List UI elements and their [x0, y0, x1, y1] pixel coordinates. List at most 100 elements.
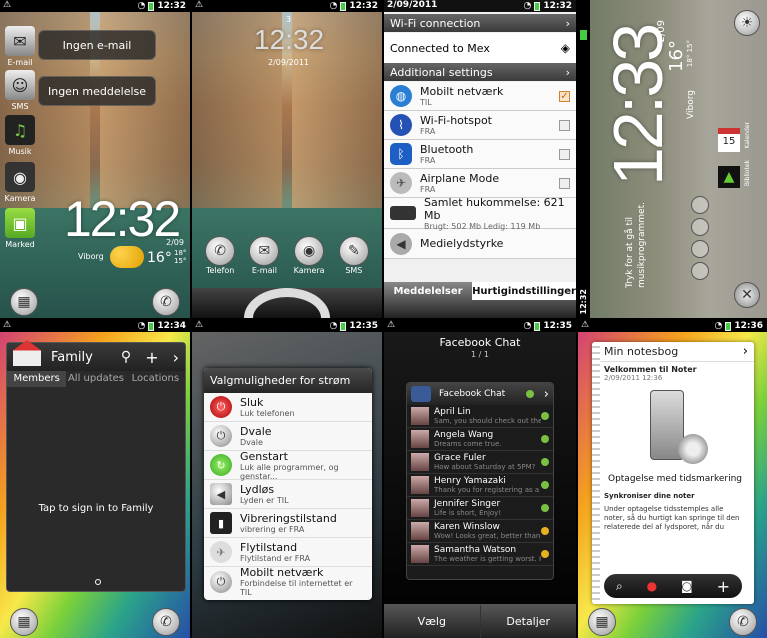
- screen-title: Facebook Chat: [439, 336, 521, 349]
- shortcut-label: E-mail: [7, 58, 33, 67]
- online-status-icon[interactable]: [525, 390, 534, 398]
- page-dot[interactable]: [691, 262, 709, 280]
- pill-label: Ingen e-mail: [62, 38, 132, 52]
- select-button[interactable]: Vælg: [384, 605, 481, 638]
- notebook-title: Min notesbog: [604, 345, 679, 358]
- chevron-right-icon: ›: [565, 65, 570, 79]
- note-content[interactable]: Velkommen til Noter 2/09/2011 12:36 Opta…: [592, 362, 754, 532]
- details-button[interactable]: Detaljer: [481, 605, 577, 638]
- sun-icon: ☀: [740, 15, 754, 31]
- tab-members[interactable]: Members: [7, 371, 67, 387]
- checkbox[interactable]: [559, 177, 570, 189]
- phone-button[interactable]: ✆: [152, 608, 180, 636]
- record-icon[interactable]: ●: [647, 579, 657, 593]
- family-tabs: Members All updates Locations: [7, 371, 185, 387]
- battery-icon: [580, 30, 587, 40]
- chat-contact-row[interactable]: Angela Wang Dreams come true.: [407, 428, 553, 451]
- app-drawer-button[interactable]: ▦: [10, 288, 38, 316]
- lockscreen-dock: ✆ Telefon ✉ E-mail ◉ Kamera ✎ SMS: [192, 236, 382, 275]
- status-bar: ⚠ ◔ 12:32: [192, 0, 382, 12]
- widget-title: Facebook Chat: [439, 389, 506, 399]
- status-bar: ⚠ ◔ 12:36: [578, 320, 767, 332]
- power-option-restart[interactable]: ↻ Genstart Luk alle programmer, og genstar…: [204, 450, 372, 481]
- weather-sun-button[interactable]: ☀: [734, 10, 760, 36]
- shortcut-market[interactable]: ▣ Marked: [2, 208, 38, 249]
- dock-camera[interactable]: ◉ Kamera: [294, 236, 325, 275]
- list-item-mobile-network[interactable]: ◍ Mobilt netværk TIL ✓: [384, 82, 576, 111]
- item-title: Samlet hukommelse: 621 Mb: [424, 195, 565, 222]
- chat-contact-row[interactable]: Henry Yamazaki Thank you for registering …: [407, 474, 553, 497]
- dock-email[interactable]: ✉ E-mail: [249, 236, 280, 275]
- list-item-bluetooth[interactable]: ᛒ Bluetooth FRA: [384, 140, 576, 169]
- chat-contact-row[interactable]: Karen Winslow Wow! Looks great, better th…: [407, 520, 553, 543]
- list-item-media-volume[interactable]: ◀ Medielydstyrke: [384, 229, 576, 259]
- drawer-handle[interactable]: [384, 300, 576, 318]
- chat-contact-row[interactable]: Samantha Watson The weather is getting wo…: [407, 543, 553, 566]
- search-icon[interactable]: ⌕: [616, 579, 623, 594]
- additional-settings-header[interactable]: Additional settings ›: [384, 63, 576, 81]
- shortcut-music[interactable]: ♫ Musik: [2, 115, 38, 156]
- clock-widget-time[interactable]: 12:32: [64, 190, 181, 248]
- phone-button[interactable]: ✆: [729, 608, 757, 636]
- page-dot[interactable]: [691, 196, 709, 214]
- checkbox[interactable]: [559, 148, 570, 160]
- list-item-memory[interactable]: Samlet hukommelse: 621 Mb Brugt: 502 Mb L…: [384, 195, 576, 231]
- power-option-mobile-network[interactable]: ⏻ Mobilt netværk Forbindelse til internett…: [204, 566, 372, 597]
- list-item-wifi-hotspot[interactable]: ⌇ Wi-Fi-hotspot FRA: [384, 111, 576, 140]
- phone-button[interactable]: ✆: [152, 288, 180, 316]
- notification-count: 3: [286, 15, 292, 24]
- wifi-icon: ◔: [714, 321, 723, 331]
- notebook-header[interactable]: Min notesbog ›: [592, 342, 754, 362]
- add-icon[interactable]: +: [717, 577, 730, 596]
- power-option-silent[interactable]: ◀ Lydløs Lyden er TIL: [204, 480, 372, 509]
- checkbox-checked[interactable]: ✓: [559, 90, 570, 102]
- tab-all-updates[interactable]: All updates: [66, 371, 125, 387]
- vibrate-icon: ▮: [210, 512, 232, 534]
- section-title: Wi-Fi connection: [390, 16, 481, 30]
- status-time: 12:32: [349, 1, 378, 11]
- memory-card-icon: [390, 206, 416, 220]
- add-icon[interactable]: +: [145, 348, 158, 367]
- chat-contact-row[interactable]: Grace Fuler How about Saturday at 5PM?: [407, 451, 553, 474]
- chevron-right-icon[interactable]: ›: [544, 387, 549, 402]
- option-title: Sluk: [240, 396, 264, 409]
- chat-contact-row[interactable]: Jennifer Singer Life is short, Enjoy!: [407, 497, 553, 520]
- close-button[interactable]: ✕: [734, 282, 760, 308]
- wifi-section-header[interactable]: Wi-Fi connection ›: [384, 14, 576, 32]
- dock-sms[interactable]: ✎ SMS: [338, 236, 369, 275]
- sign-in-message[interactable]: Tap to sign in to Family: [7, 503, 185, 514]
- spiral-binding: [592, 342, 600, 604]
- shortcut-sms[interactable]: ☺ SMS: [2, 70, 38, 111]
- chat-contact-row[interactable]: April Lin Sam, you should check out the n: [407, 405, 553, 428]
- email-status-pill[interactable]: Ingen e-mail: [38, 30, 156, 60]
- app-drawer-button[interactable]: ▦: [10, 608, 38, 636]
- envelope-icon: ✉: [249, 236, 280, 266]
- chevron-right-icon[interactable]: ›: [173, 348, 179, 367]
- wifi-status-row[interactable]: Connected to Mex ◈: [384, 33, 576, 63]
- page-dot[interactable]: [691, 218, 709, 236]
- weather-hilo: 18° 15°: [174, 249, 187, 265]
- location-pin-icon[interactable]: ⚲: [121, 349, 131, 365]
- page-dot[interactable]: [691, 240, 709, 258]
- avatar: [411, 453, 429, 471]
- checkbox[interactable]: [559, 119, 570, 131]
- shortcut-email[interactable]: ✉ E-mail: [2, 26, 38, 67]
- app-drawer-button[interactable]: ▦: [588, 608, 616, 636]
- presence-dot-icon: [541, 412, 549, 420]
- power-option-vibrate[interactable]: ▮ Vibreringstilstand vibrering er FRA: [204, 509, 372, 538]
- list-item-airplane-mode[interactable]: ✈ Airplane Mode FRA: [384, 169, 576, 198]
- dock-phone[interactable]: ✆ Telefon: [205, 236, 236, 275]
- tab-locations[interactable]: Locations: [126, 371, 185, 387]
- power-option-sleep[interactable]: ⏻ Dvale Dvale: [204, 422, 372, 451]
- power-option-airplane[interactable]: ✈ Flytilstand Flytilstand er FRA: [204, 538, 372, 567]
- tab-quick-settings[interactable]: Hurtigindstillinger: [472, 282, 576, 300]
- option-sub: Dvale: [240, 438, 263, 447]
- sms-status-pill[interactable]: Ingen meddelelse: [38, 76, 156, 106]
- camera-icon[interactable]: ◙: [681, 579, 693, 593]
- calendar-icon[interactable]: 15: [718, 128, 740, 152]
- shortcut-camera[interactable]: ◉ Kamera: [2, 162, 38, 203]
- music-library-icon[interactable]: ▲: [718, 166, 740, 188]
- battery-icon: [148, 321, 155, 331]
- power-option-shutdown[interactable]: ⏻ Sluk Luk telefonen: [204, 393, 372, 422]
- tab-notifications[interactable]: Meddelelser: [384, 282, 473, 300]
